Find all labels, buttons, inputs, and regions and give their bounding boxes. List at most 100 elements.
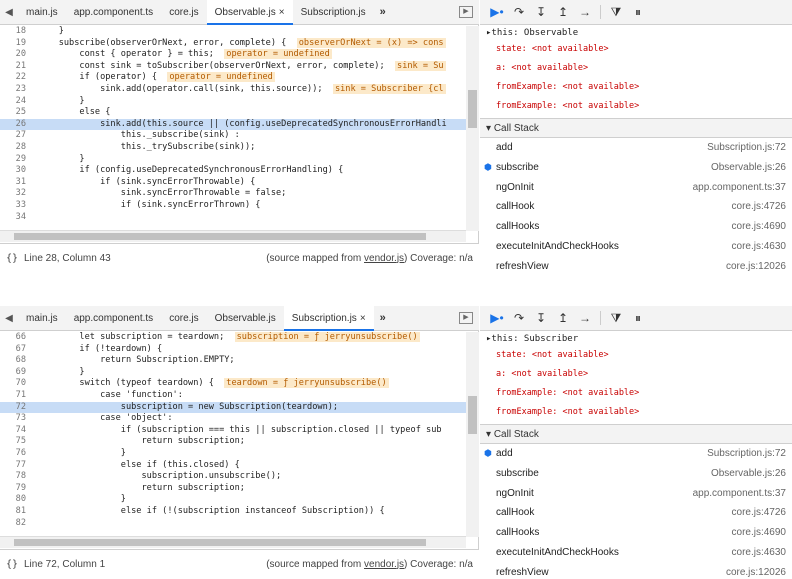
- code-line[interactable]: 18 }: [0, 26, 479, 38]
- code-editor[interactable]: 66 let subscription = teardown; subscrip…: [0, 332, 479, 536]
- line-number[interactable]: 81: [0, 506, 28, 518]
- more-tabs-button[interactable]: »: [374, 6, 392, 18]
- call-stack-header[interactable]: ▾ Call Stack: [480, 424, 792, 444]
- step-icon[interactable]: →: [574, 311, 596, 325]
- code-line[interactable]: 33 if (sink.syncErrorThrown) {: [0, 200, 479, 212]
- horizontal-scrollbar[interactable]: [0, 536, 466, 548]
- code-line[interactable]: 21 const sink = toSubscriber(observerOrN…: [0, 60, 479, 73]
- code-line[interactable]: 30 if (config.useDeprecatedSynchronousEr…: [0, 165, 479, 177]
- line-number[interactable]: 77: [0, 460, 28, 472]
- call-stack-frame[interactable]: ngOnInit app.component.ts:37: [480, 484, 792, 504]
- pretty-print-icon[interactable]: {}: [0, 559, 24, 570]
- code-line[interactable]: 69 }: [0, 367, 479, 379]
- code-line[interactable]: 29 }: [0, 154, 479, 166]
- close-tab-icon[interactable]: ×: [279, 7, 285, 18]
- code-line[interactable]: 81 else if (!(subscription instanceof Su…: [0, 506, 479, 518]
- tab-core-js[interactable]: core.js: [161, 306, 206, 331]
- code-line[interactable]: 66 let subscription = teardown; subscrip…: [0, 332, 479, 344]
- source-map-link[interactable]: vendor.js: [364, 559, 404, 570]
- tab-core-js[interactable]: core.js: [161, 0, 206, 25]
- tab-main-js[interactable]: main.js: [18, 306, 66, 331]
- line-number[interactable]: 23: [0, 84, 28, 96]
- resume-icon[interactable]: ▶•: [486, 311, 508, 325]
- tab-subscription-js[interactable]: Subscription.js: [293, 0, 374, 25]
- line-number[interactable]: 33: [0, 200, 28, 212]
- call-stack-frame[interactable]: add Subscription.js:72: [480, 138, 792, 158]
- tab-observable-js[interactable]: Observable.js ×: [206, 0, 293, 25]
- line-number[interactable]: 73: [0, 413, 28, 425]
- line-number[interactable]: 82: [0, 518, 28, 530]
- call-stack-frame[interactable]: callHook core.js:4726: [480, 197, 792, 217]
- code-line[interactable]: 31 if (sink.syncErrorThrowable) {: [0, 177, 479, 189]
- call-stack-frame[interactable]: callHooks core.js:4690: [480, 523, 792, 543]
- line-number[interactable]: 21: [0, 61, 28, 73]
- scrollbar-thumb[interactable]: [14, 539, 426, 546]
- code-line[interactable]: 79 return subscription;: [0, 483, 479, 495]
- navigator-toggle-icon[interactable]: ◀: [0, 0, 18, 25]
- line-number[interactable]: 24: [0, 96, 28, 108]
- horizontal-scrollbar[interactable]: [0, 230, 466, 242]
- step-into-icon[interactable]: ↧: [530, 311, 552, 325]
- deactivate-breakpoints-icon[interactable]: ⧩: [605, 5, 627, 20]
- code-line[interactable]: 76 }: [0, 448, 479, 460]
- close-tab-icon[interactable]: ×: [360, 313, 366, 324]
- code-line[interactable]: 25 else {: [0, 107, 479, 119]
- scope-this[interactable]: ▸this: Observable: [486, 27, 786, 40]
- code-line[interactable]: 73 case 'object':: [0, 413, 479, 425]
- line-number[interactable]: 78: [0, 471, 28, 483]
- vertical-scrollbar[interactable]: [466, 26, 479, 231]
- resume-icon[interactable]: ▶•: [486, 5, 508, 19]
- line-number[interactable]: 32: [0, 188, 28, 200]
- line-number[interactable]: 29: [0, 154, 28, 166]
- tab-app-component-ts[interactable]: app.component.ts: [66, 0, 162, 25]
- line-number[interactable]: 79: [0, 483, 28, 495]
- scrollbar-thumb[interactable]: [14, 233, 426, 240]
- toggle-debugger-icon[interactable]: ▶: [459, 6, 473, 18]
- pause-on-exceptions-icon[interactable]: ⏸: [627, 5, 649, 20]
- code-line[interactable]: 80 }: [0, 494, 479, 506]
- tab-observable-js[interactable]: Observable.js: [207, 306, 284, 331]
- line-number[interactable]: 75: [0, 436, 28, 448]
- code-line[interactable]: 72 subscription = new Subscription(teard…: [0, 401, 479, 414]
- code-line[interactable]: 71 case 'function':: [0, 390, 479, 402]
- line-number[interactable]: 80: [0, 494, 28, 506]
- code-line[interactable]: 24 }: [0, 96, 479, 108]
- call-stack-frame[interactable]: ⬢ subscribe Observable.js:26: [480, 157, 792, 178]
- navigator-toggle-icon[interactable]: ◀: [0, 306, 18, 331]
- code-line[interactable]: 78 subscription.unsubscribe();: [0, 471, 479, 483]
- code-line[interactable]: 70 switch (typeof teardown) { teardown =…: [0, 378, 479, 390]
- line-number[interactable]: 68: [0, 355, 28, 367]
- pretty-print-icon[interactable]: {}: [0, 253, 24, 264]
- code-line[interactable]: 67 if (!teardown) {: [0, 344, 479, 356]
- call-stack-frame[interactable]: ⬢ add Subscription.js:72: [480, 444, 792, 464]
- code-line[interactable]: 22 if (operator) { operator = undefined: [0, 72, 479, 84]
- tab-main-js[interactable]: main.js: [18, 0, 66, 25]
- scrollbar-thumb[interactable]: [468, 90, 477, 128]
- line-number[interactable]: 66: [0, 332, 28, 344]
- code-line[interactable]: 77 else if (this.closed) {: [0, 460, 479, 472]
- line-number[interactable]: 76: [0, 448, 28, 460]
- line-number[interactable]: 19: [0, 38, 28, 50]
- line-number[interactable]: 26: [0, 119, 28, 131]
- code-editor[interactable]: 18 } 19 subscribe(observerOrNext, error, …: [0, 26, 479, 230]
- code-line[interactable]: 32 sink.syncErrorThrowable = false;: [0, 188, 479, 200]
- line-number[interactable]: 18: [0, 26, 28, 38]
- tab-subscription-js[interactable]: Subscription.js ×: [283, 305, 374, 331]
- step-into-icon[interactable]: ↧: [530, 5, 552, 19]
- code-line[interactable]: 75 return subscription;: [0, 436, 479, 448]
- call-stack-frame[interactable]: executeInitAndCheckHooks core.js:4630: [480, 543, 792, 563]
- code-line[interactable]: 82: [0, 518, 479, 530]
- code-line[interactable]: 68 return Subscription.EMPTY;: [0, 355, 479, 367]
- line-number[interactable]: 67: [0, 344, 28, 356]
- call-stack-frame[interactable]: executeInitAndCheckHooks core.js:4630: [480, 237, 792, 257]
- line-number[interactable]: 25: [0, 107, 28, 119]
- vertical-scrollbar[interactable]: [466, 332, 479, 537]
- line-number[interactable]: 70: [0, 378, 28, 390]
- code-line[interactable]: 74 if (subscription === this || subscrip…: [0, 425, 479, 437]
- step-over-icon[interactable]: ↷: [508, 5, 530, 19]
- step-over-icon[interactable]: ↷: [508, 311, 530, 325]
- source-map-link[interactable]: vendor.js: [364, 253, 404, 264]
- line-number[interactable]: 34: [0, 212, 28, 224]
- code-line[interactable]: 20 const { operator } = this; operator =…: [0, 49, 479, 61]
- line-number[interactable]: 22: [0, 72, 28, 84]
